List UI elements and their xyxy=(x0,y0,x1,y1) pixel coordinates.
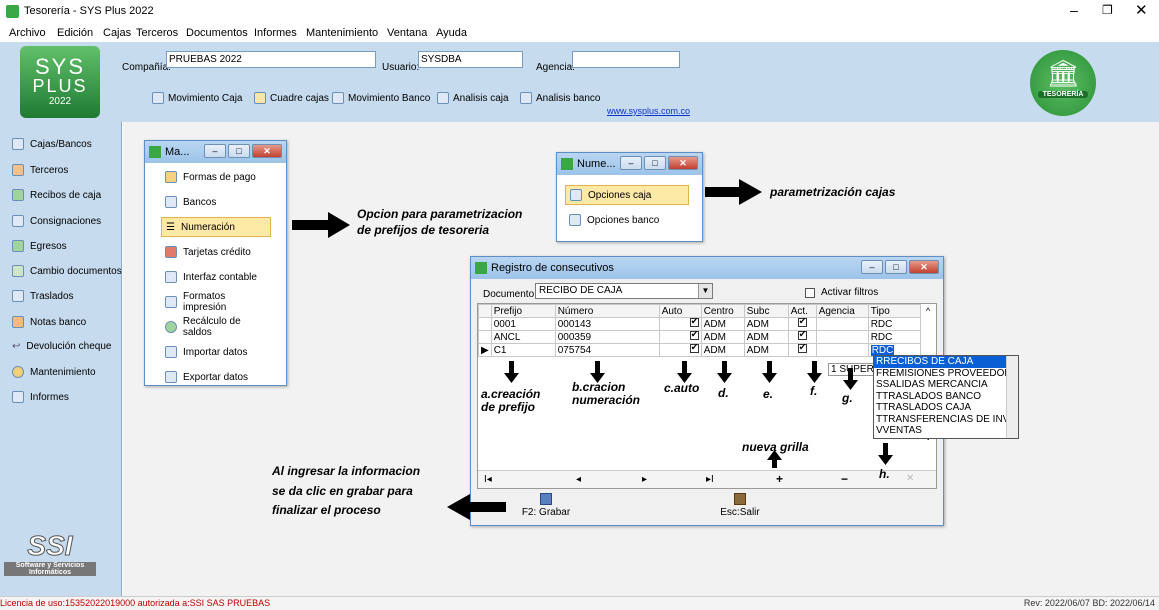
arrow-g xyxy=(848,368,853,382)
annotation-a-2: de prefijo xyxy=(481,400,536,414)
arrow-d xyxy=(722,361,727,375)
arrow-a xyxy=(509,361,514,375)
arrow-e xyxy=(767,361,772,375)
annotation-numeracion-2: de prefijos de tesoreria xyxy=(357,223,490,237)
annotation-d: d. xyxy=(718,386,729,400)
arrow-numeracion-shaft xyxy=(292,220,330,230)
arrow-b xyxy=(595,361,600,375)
annotation-f: f. xyxy=(810,384,818,398)
arrow-h xyxy=(883,443,888,457)
license-text: Licencia de uso:15352022019000 autorizad… xyxy=(0,598,271,608)
annotation-c: c.auto xyxy=(664,381,700,395)
annotation-b-1: b.cracion xyxy=(572,380,626,394)
annotation-numeracion-1: Opcion para parametrizacion xyxy=(357,207,523,221)
arrow-cajas-head xyxy=(739,179,762,205)
status-bar: Licencia de uso:15352022019000 autorizad… xyxy=(0,596,1159,610)
annotation-b-2: numeración xyxy=(572,393,641,407)
annotation-h: h. xyxy=(879,467,890,481)
arrow-grabar-head xyxy=(447,494,470,520)
annotation-nueva-grilla: nueva grilla xyxy=(742,440,809,454)
annotation-e: e. xyxy=(763,387,774,401)
annotation-arrows xyxy=(292,179,893,520)
annotation-grabar-2: se da clic en grabar para xyxy=(272,484,413,498)
annotation-parametrizacion-cajas: parametrización cajas xyxy=(770,185,896,199)
arrow-f xyxy=(812,361,817,375)
arrow-grabar-shaft xyxy=(468,502,506,512)
arrow-c xyxy=(682,361,687,375)
annotation-grabar-3: finalizar el proceso xyxy=(272,503,381,517)
annotation-g: g. xyxy=(842,391,853,405)
arrow-cajas-shaft xyxy=(705,187,741,197)
annotation-grabar-1: Al ingresar la informacion xyxy=(272,464,421,478)
revision-text: Rev: 2022/06/07 BD: 2022/06/14 xyxy=(1023,598,1155,608)
annotation-a-1: a.creación xyxy=(481,387,541,401)
arrow-numeracion-head xyxy=(328,212,350,238)
